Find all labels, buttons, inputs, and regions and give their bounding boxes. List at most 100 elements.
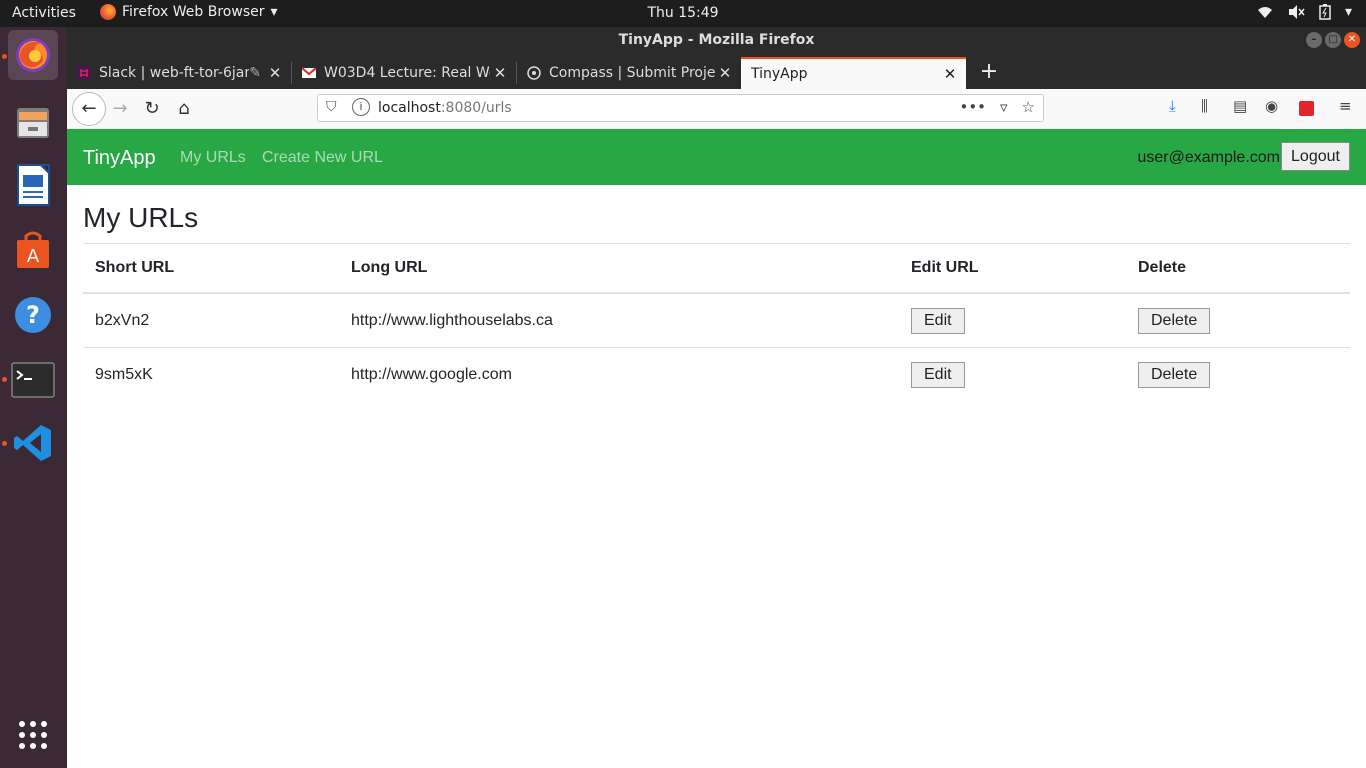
dock: A ? [0,27,67,768]
table-row: 9sm5xK http://www.google.com Edit Delete [83,347,1350,401]
short-url-cell: 9sm5xK [83,347,339,401]
column-header-long-url: Long URL [339,243,899,294]
tab-compass[interactable]: Compass | Submit Projec ✕ [517,57,741,89]
column-header-short-url: Short URL [83,243,339,294]
page-title: My URLs [83,202,199,233]
bookmark-star-icon[interactable]: ☆ [1022,98,1035,116]
gnome-top-bar: Activities Firefox Web Browser ▾ Thu 15:… [0,0,1366,27]
brand-link[interactable]: TinyApp [83,147,156,170]
gmail-icon [302,67,316,78]
dock-vscode[interactable] [8,418,58,468]
svg-text:?: ? [26,301,40,329]
web-page: TinyApp My URLs Create New URL user@exam… [67,129,1366,768]
delete-button[interactable]: Delete [1138,361,1211,388]
close-tab-icon[interactable]: ✕ [265,64,285,82]
edit-button[interactable]: Edit [911,307,965,334]
clock-label[interactable]: Thu 15:49 [647,5,718,21]
running-indicator [2,377,7,382]
edit-cell: Edit [899,293,1126,348]
edit-button[interactable]: Edit [911,361,965,388]
urls-table: Short URL Long URL Edit URL Delete b2xVn… [83,243,1350,401]
maximize-button[interactable]: □ [1325,32,1341,48]
reload-button[interactable]: ↻ [137,94,167,124]
pocket-icon[interactable]: ▿ [1000,98,1008,116]
tab-slack[interactable]: Slack | web-ft-tor-6jan ✎ ✕ [67,57,291,89]
nav-my-urls-link[interactable]: My URLs [180,149,246,167]
app-grid-icon [19,721,47,749]
mute-tab-icon[interactable]: ✎ [249,65,261,81]
delete-cell: Delete [1126,347,1350,401]
dock-software-center[interactable]: A [8,225,58,275]
home-button[interactable]: ⌂ [169,94,199,124]
library-icon[interactable]: ⫼ [1201,97,1208,115]
user-email: user@example.com [1137,149,1280,166]
software-bag-icon: A [17,231,49,268]
tab-gmail[interactable]: W03D4 Lecture: Real Wo ✕ [292,57,516,89]
delete-button[interactable]: Delete [1138,307,1211,334]
show-applications-button[interactable] [8,710,58,760]
back-button[interactable]: ← [72,92,106,126]
dock-help[interactable]: ? [8,290,58,340]
page-actions-icon[interactable]: ••• [959,98,986,116]
sidebar-icon[interactable]: ▤ [1233,97,1247,115]
tab-label: Slack | web-ft-tor-6jan [99,65,250,81]
firefox-icon [100,4,116,20]
nav-toolbar: ← → ↻ ⌂ ⛉ i localhost:8080/urls ••• ▿ ☆ … [67,89,1366,130]
tab-strip: Slack | web-ft-tor-6jan ✎ ✕ W03D4 Lectur… [67,54,1366,89]
edit-cell: Edit [899,347,1126,401]
system-tray[interactable]: ▾ [1257,4,1352,20]
app-menu[interactable]: Firefox Web Browser ▾ [100,4,278,20]
activities-button[interactable]: Activities [12,5,76,21]
tab-tinyapp[interactable]: TinyApp ✕ [741,57,966,89]
account-icon[interactable]: ◉ [1265,97,1278,115]
tab-label: TinyApp [751,66,808,82]
long-url-cell: http://www.google.com [339,347,899,401]
url-host: localhost [378,100,441,116]
compass-icon [527,66,541,80]
writer-document-icon [17,164,50,206]
running-indicator [2,441,7,446]
tab-label: Compass | Submit Projec [549,65,715,81]
delete-cell: Delete [1126,293,1350,348]
downloads-icon[interactable]: ⤓ [1169,97,1176,115]
close-tab-icon[interactable]: ✕ [940,65,960,83]
chevron-down-icon: ▾ [270,4,278,20]
window-titlebar[interactable]: TinyApp - Mozilla Firefox – □ ✕ [67,27,1366,54]
nav-create-url-link[interactable]: Create New URL [262,149,383,167]
close-window-button[interactable]: ✕ [1344,32,1360,48]
close-tab-icon[interactable]: ✕ [715,64,735,82]
url-bar[interactable]: ⛉ i localhost:8080/urls ••• ▿ ☆ [317,94,1044,122]
column-header-edit-url: Edit URL [899,243,1126,294]
minimize-button[interactable]: – [1306,32,1322,48]
volume-muted-icon [1288,5,1305,19]
chevron-down-icon: ▾ [1344,4,1352,20]
files-icon [17,108,49,138]
new-tab-button[interactable]: + [975,58,1003,86]
running-indicator [2,54,7,59]
site-info-icon[interactable]: i [352,98,370,116]
url-path: :8080/urls [440,100,512,116]
dock-terminal[interactable] [8,355,58,405]
svg-text:A: A [27,246,40,267]
tab-label: W03D4 Lecture: Real Wo [324,65,490,81]
help-icon: ? [15,297,51,333]
vscode-icon [14,425,51,461]
hamburger-menu-icon[interactable]: ≡ [1339,97,1352,115]
app-navbar: TinyApp My URLs Create New URL user@exam… [67,129,1366,185]
column-header-delete: Delete [1126,243,1350,294]
wifi-icon [1257,7,1272,18]
long-url-cell: http://www.lighthouselabs.ca [351,311,553,329]
dock-files[interactable] [8,97,58,147]
short-url-cell: b2xVn2 [95,311,150,329]
firefox-icon [16,38,50,72]
logout-button[interactable]: Logout [1281,142,1350,171]
tracking-shield-icon[interactable]: ⛉ [326,99,337,115]
dock-libreoffice-writer[interactable] [8,160,58,210]
dock-firefox[interactable] [8,30,58,80]
forward-button[interactable]: → [105,94,135,124]
url-text[interactable]: localhost:8080/urls [378,100,512,116]
slack-icon [77,66,91,80]
table-row: b2xVn2 http://www.lighthouselabs.ca Edit… [83,293,1350,348]
extension-icon[interactable] [1299,101,1314,116]
close-tab-icon[interactable]: ✕ [490,64,510,82]
